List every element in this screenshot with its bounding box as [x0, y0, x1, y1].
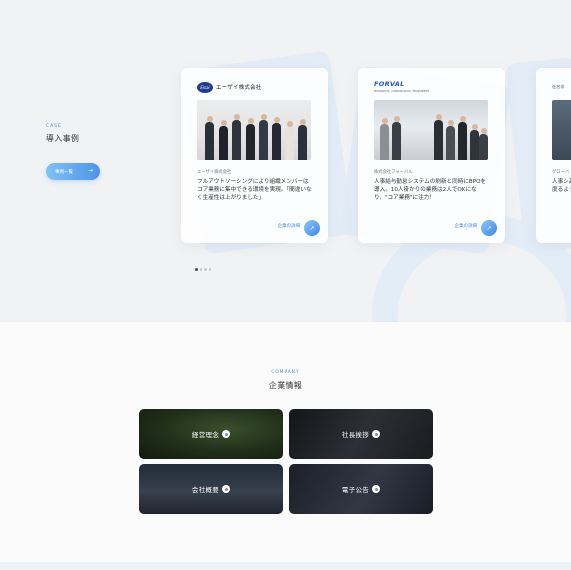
tile-label: 社長挨拶: [341, 431, 370, 439]
case-detail-link[interactable]: 企業の詳細: [455, 223, 478, 229]
case-company-name: エーザイ株式会社: [197, 170, 232, 175]
footer-edge: [0, 562, 571, 570]
tile-label: 経営理念: [191, 431, 220, 439]
pagination-dot[interactable]: [199, 268, 202, 271]
case-description: 人事シ高速度るよう: [552, 179, 571, 193]
tile-label: 電子公告: [341, 486, 370, 494]
case-list-button[interactable]: 事例一覧 →: [46, 163, 100, 180]
carousel-pagination: [195, 268, 211, 271]
pagination-dot[interactable]: [204, 268, 207, 271]
case-photo: [197, 100, 311, 160]
circle-arrow-icon: [222, 485, 231, 493]
pagination-dot[interactable]: [195, 268, 198, 271]
tile-company-overview[interactable]: 会社概要: [139, 464, 283, 514]
eisai-logo-mark: Eisai: [197, 81, 213, 93]
company-logo: FORVAL INFORMATION · COMMUNICATION · ENV…: [374, 80, 429, 94]
tile-label: 会社概要: [191, 486, 220, 494]
case-eyebrow: CASE: [46, 124, 62, 129]
pagination-dot[interactable]: [208, 268, 211, 271]
case-card[interactable]: 社名非 グローバ 人事シ高速度るよう: [536, 68, 571, 243]
case-photo: [552, 100, 571, 160]
logo-text: 社名非: [552, 84, 565, 89]
logo-text: エーザイ株式会社: [216, 85, 262, 91]
case-heading: CASE 導入事例: [46, 124, 79, 144]
case-photo: [374, 100, 488, 160]
tile-philosophy[interactable]: 経営理念: [139, 409, 283, 459]
tile-president-message[interactable]: 社長挨拶: [289, 409, 433, 459]
case-section: CASE 導入事例 事例一覧 → Eisai エーザイ株式会社 エーザイ株式会社…: [0, 0, 571, 322]
company-title: 企業情報: [268, 381, 303, 390]
case-description: フルアウトソーシングにより組織メンバーはコア業務に集中できる環境を実現。「間違い…: [197, 179, 312, 201]
circle-arrow-icon: [222, 430, 231, 438]
case-company-name: 株式会社フォーバル: [374, 170, 413, 175]
case-description: 人事給与勤怠システムの刷新と同時にBPOを導入。10人掛かりの業務は2人でOKに…: [374, 179, 487, 201]
tile-public-notice[interactable]: 電子公告: [289, 464, 433, 514]
arrow-right-icon: →: [87, 167, 93, 174]
company-logo: Eisai エーザイ株式会社: [197, 80, 262, 94]
company-logo: 社名非: [552, 80, 565, 94]
case-list-button-label: 事例一覧: [55, 169, 73, 175]
logo-subtext: INFORMATION · COMMUNICATION · ENVIRONMEN…: [374, 90, 429, 93]
case-title: 導入事例: [46, 134, 80, 143]
case-card[interactable]: Eisai エーザイ株式会社 エーザイ株式会社 フルアウトソーシングにより組織メ…: [181, 68, 328, 243]
company-eyebrow: COMPANY: [271, 370, 300, 375]
circle-arrow-icon: [372, 430, 381, 438]
arrow-up-right-icon[interactable]: ↗: [304, 220, 320, 236]
case-detail-link[interactable]: 企業の詳細: [278, 223, 301, 229]
case-company-name: グローバ: [552, 170, 570, 175]
arrow-up-right-icon[interactable]: ↗: [481, 220, 497, 236]
case-card[interactable]: FORVAL INFORMATION · COMMUNICATION · ENV…: [358, 68, 505, 243]
company-section: COMPANY 企業情報: [0, 322, 571, 570]
circle-arrow-icon: [372, 485, 381, 493]
logo-text: FORVAL: [374, 80, 405, 88]
